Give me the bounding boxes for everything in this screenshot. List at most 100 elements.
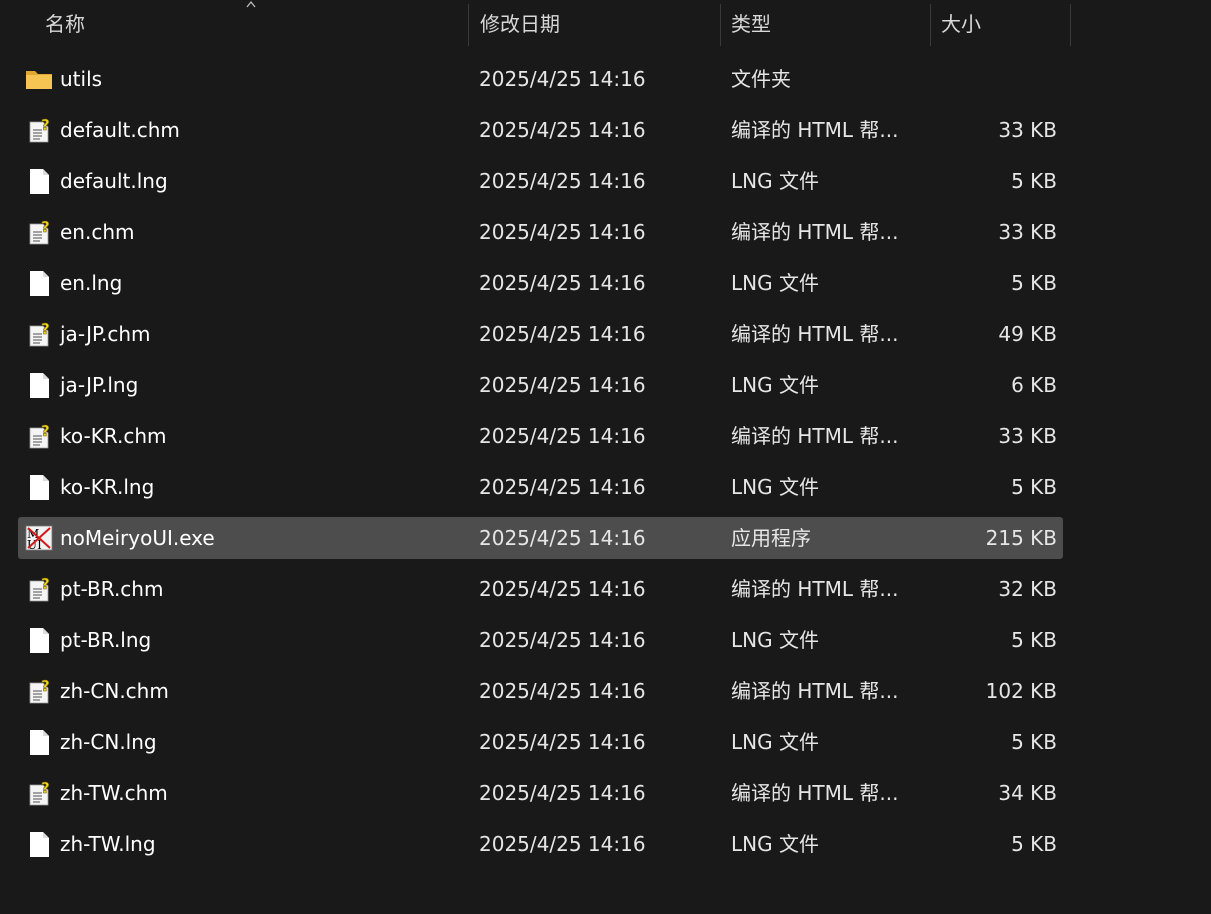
file-name: noMeiryoUI.exe [60,526,215,550]
svg-text:?: ? [41,218,50,236]
blank-file-icon [25,728,53,756]
file-row[interactable]: ? ko-KR.chm 2025/4/25 14:16 编译的 HTML 帮... 33… [18,415,1063,457]
file-size: 33 KB [998,118,1057,142]
file-modified-date: 2025/4/25 14:16 [479,220,646,244]
file-row[interactable]: utils 2025/4/25 14:16 文件夹 [18,58,1063,100]
file-row[interactable]: default.lng 2025/4/25 14:16 LNG 文件 5 KB [18,160,1063,202]
file-row[interactable]: MUI noMeiryoUI.exe 2025/4/25 14:16 应用程序 215 … [18,517,1063,559]
file-type: 编译的 HTML 帮... [731,577,899,601]
file-size: 5 KB [1011,628,1057,652]
chm-help-icon: ? [25,218,53,246]
blank-file-icon [25,371,53,399]
column-header-type[interactable]: 类型 [721,0,930,48]
svg-text:?: ? [41,575,50,593]
file-size: 33 KB [998,220,1057,244]
file-row[interactable]: ko-KR.lng 2025/4/25 14:16 LNG 文件 5 KB [18,466,1063,508]
chm-help-icon: ? [25,575,53,603]
chm-help-icon: ? [25,677,53,705]
file-modified-date: 2025/4/25 14:16 [479,271,646,295]
chm-help-icon: ? [25,779,53,807]
file-size: 5 KB [1011,169,1057,193]
blank-file-icon [25,167,53,195]
file-type: LNG 文件 [731,475,819,499]
file-type: 编译的 HTML 帮... [731,118,899,142]
file-name: zh-CN.lng [60,730,157,754]
file-row[interactable]: ? default.chm 2025/4/25 14:16 编译的 HTML 帮...… [18,109,1063,151]
column-header-size[interactable]: 大小 [931,0,1070,48]
file-name: ko-KR.chm [60,424,167,448]
file-name: ko-KR.lng [60,475,155,499]
file-modified-date: 2025/4/25 14:16 [479,169,646,193]
file-row[interactable]: ? en.chm 2025/4/25 14:16 编译的 HTML 帮... 33 KB [18,211,1063,253]
file-row[interactable]: ? zh-CN.chm 2025/4/25 14:16 编译的 HTML 帮... 10… [18,670,1063,712]
blank-file-icon [25,473,53,501]
file-row[interactable]: ? ja-JP.chm 2025/4/25 14:16 编译的 HTML 帮... 49… [18,313,1063,355]
file-type: 编译的 HTML 帮... [731,679,899,703]
file-name: zh-CN.chm [60,679,169,703]
file-explorer-details-view: 名称 修改日期 类型 大小 utils 2025/4/25 14:16 文件夹? de… [0,0,1211,914]
file-name: ja-JP.lng [60,373,139,397]
file-name: default.lng [60,169,168,193]
file-name: zh-TW.chm [60,781,168,805]
column-divider[interactable] [1070,4,1071,46]
file-name: pt-BR.chm [60,577,164,601]
file-type: 编译的 HTML 帮... [731,781,899,805]
file-type: 编译的 HTML 帮... [731,322,899,346]
column-header-name-label: 名称 [45,12,85,36]
file-modified-date: 2025/4/25 14:16 [479,526,646,550]
file-type: 编译的 HTML 帮... [731,424,899,448]
column-header-size-label: 大小 [941,12,981,36]
file-type: 应用程序 [731,526,811,550]
svg-text:?: ? [41,116,50,134]
file-type: 编译的 HTML 帮... [731,220,899,244]
file-size: 5 KB [1011,730,1057,754]
svg-text:?: ? [41,677,50,695]
column-header-date-label: 修改日期 [480,12,560,36]
file-modified-date: 2025/4/25 14:16 [479,628,646,652]
file-modified-date: 2025/4/25 14:16 [479,67,646,91]
file-row[interactable]: ? pt-BR.chm 2025/4/25 14:16 编译的 HTML 帮... 32… [18,568,1063,610]
file-size: 32 KB [998,577,1057,601]
file-modified-date: 2025/4/25 14:16 [479,577,646,601]
chm-help-icon: ? [25,116,53,144]
file-modified-date: 2025/4/25 14:16 [479,679,646,703]
file-row[interactable]: zh-TW.lng 2025/4/25 14:16 LNG 文件 5 KB [18,823,1063,865]
file-size: 49 KB [998,322,1057,346]
file-row[interactable]: zh-CN.lng 2025/4/25 14:16 LNG 文件 5 KB [18,721,1063,763]
column-header-type-label: 类型 [731,12,771,36]
file-row[interactable]: en.lng 2025/4/25 14:16 LNG 文件 5 KB [18,262,1063,304]
file-row[interactable]: pt-BR.lng 2025/4/25 14:16 LNG 文件 5 KB [18,619,1063,661]
column-header-bar: 名称 修改日期 类型 大小 [0,0,1071,48]
chm-help-icon: ? [25,422,53,450]
file-name: ja-JP.chm [60,322,151,346]
file-size: 5 KB [1011,832,1057,856]
file-name: pt-BR.lng [60,628,152,652]
app-exe-icon: MUI [25,524,53,552]
file-name: en.chm [60,220,135,244]
svg-text:?: ? [41,779,50,797]
folder-icon [25,65,53,93]
file-size: 6 KB [1011,373,1057,397]
file-name: default.chm [60,118,180,142]
file-modified-date: 2025/4/25 14:16 [479,832,646,856]
file-row[interactable]: ja-JP.lng 2025/4/25 14:16 LNG 文件 6 KB [18,364,1063,406]
file-type: LNG 文件 [731,628,819,652]
column-header-name[interactable]: 名称 [0,0,469,48]
file-row[interactable]: ? zh-TW.chm 2025/4/25 14:16 编译的 HTML 帮... 34… [18,772,1063,814]
file-name: utils [60,67,103,91]
file-modified-date: 2025/4/25 14:16 [479,424,646,448]
column-header-date[interactable]: 修改日期 [469,0,720,48]
file-modified-date: 2025/4/25 14:16 [479,322,646,346]
sort-ascending-icon [246,0,256,8]
file-size: 5 KB [1011,475,1057,499]
file-size: 215 KB [985,526,1057,550]
file-type: LNG 文件 [731,730,819,754]
file-type: LNG 文件 [731,271,819,295]
file-modified-date: 2025/4/25 14:16 [479,373,646,397]
file-name: zh-TW.lng [60,832,156,856]
chm-help-icon: ? [25,320,53,348]
file-type: 文件夹 [731,67,791,91]
file-size: 102 KB [985,679,1057,703]
blank-file-icon [25,830,53,858]
file-name: en.lng [60,271,123,295]
